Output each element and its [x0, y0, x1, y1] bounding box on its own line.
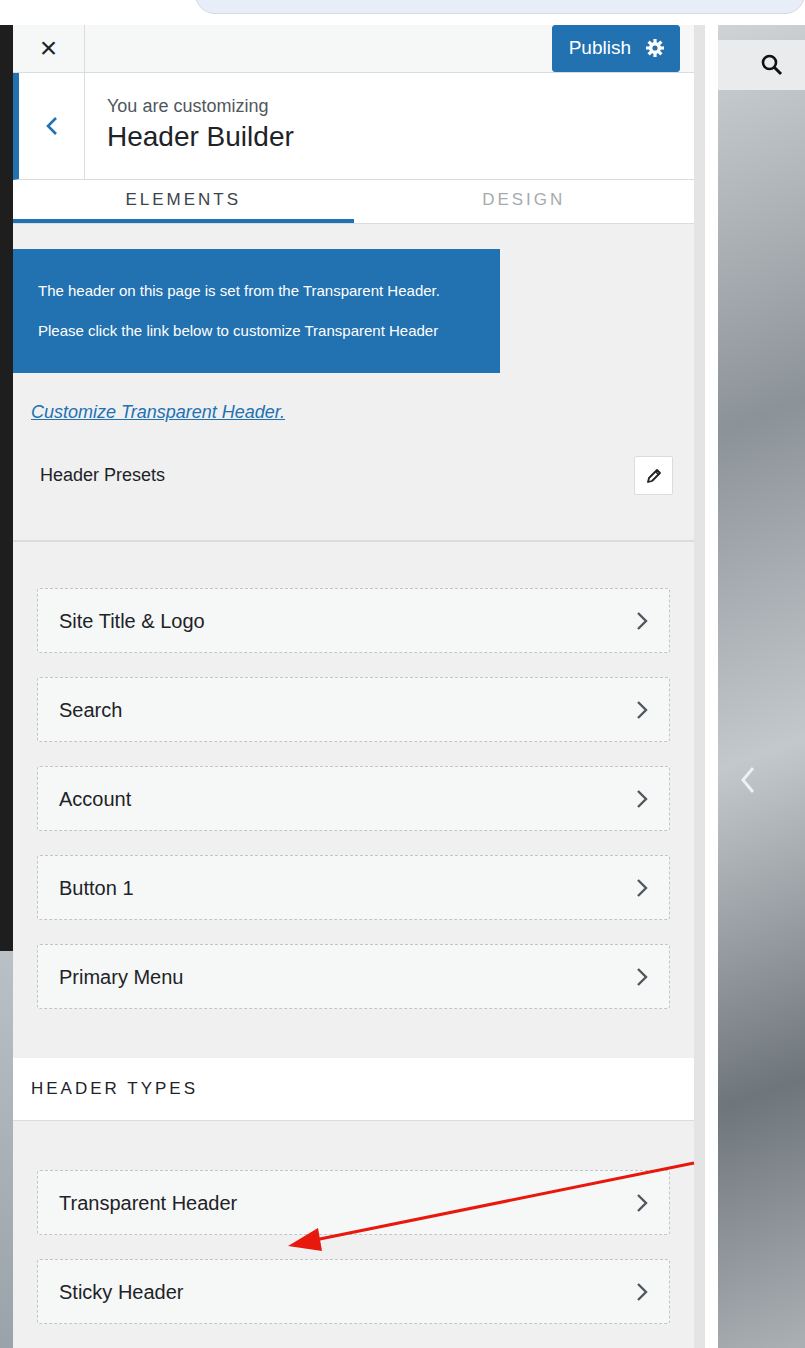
element-label: Account	[59, 784, 131, 814]
element-label: Site Title & Logo	[59, 606, 205, 636]
section-title: You are customizingHeader Builder	[13, 73, 694, 180]
edit-presets-button[interactable]	[634, 456, 673, 495]
chevron-right-icon	[635, 788, 649, 810]
header-type-item[interactable]: Sticky Header	[37, 1259, 670, 1324]
element-item[interactable]: Button 1	[37, 855, 670, 920]
tab[interactable]: DESIGN	[354, 180, 695, 223]
back-button[interactable]	[19, 73, 85, 179]
customize-link[interactable]: Customize Transparent Header.	[31, 399, 285, 426]
notice-line: Please click the link below to customize…	[38, 311, 475, 351]
gear-icon	[645, 38, 665, 58]
element-item[interactable]: Site Title & Logo	[37, 588, 670, 653]
panel-header: × Publish	[13, 25, 694, 73]
presets-label: Header Presets	[40, 462, 165, 489]
tab-bar: ELEMENTSDESIGN	[13, 180, 694, 224]
preview-header	[718, 40, 805, 90]
chevron-right-icon	[635, 1192, 649, 1214]
publish-label: Publish	[569, 34, 631, 63]
header-types-heading: HEADER TYPES	[13, 1058, 694, 1121]
element-list: Site Title & Logo Search Account Button 1 Pr…	[13, 542, 694, 1033]
close-button[interactable]: ×	[13, 25, 85, 72]
element-label: Button 1	[59, 873, 134, 903]
header-actions: Publish	[85, 25, 694, 72]
slider-prev-button[interactable]	[740, 765, 756, 795]
header-type-list: Transparent Header Sticky Header	[13, 1121, 694, 1348]
publish-button[interactable]: Publish	[552, 25, 680, 72]
chevron-left-icon	[740, 765, 756, 795]
search-icon	[760, 53, 784, 77]
element-item[interactable]: Primary Menu	[37, 944, 670, 1009]
site-preview[interactable]	[718, 25, 805, 1348]
annotation-arrow	[0, 0, 805, 1348]
element-item[interactable]: Search	[37, 677, 670, 742]
notice-line: The header on this page is set from the …	[38, 271, 475, 311]
section-heading: Header Builder	[107, 118, 294, 156]
address-bar[interactable]	[195, 0, 805, 14]
header-type-item[interactable]: Transparent Header	[37, 1170, 670, 1235]
chevron-left-icon	[45, 115, 59, 137]
scrollbar[interactable]	[694, 25, 705, 1348]
notice-box: The header on this page is set from the …	[13, 249, 500, 373]
element-item[interactable]: Account	[37, 766, 670, 831]
tab[interactable]: ELEMENTS	[13, 180, 354, 223]
header-type-label: Sticky Header	[59, 1277, 184, 1307]
element-label: Primary Menu	[59, 962, 183, 992]
customizer-panel: × Publish You are customizingHeader Builde…	[13, 25, 694, 1348]
chevron-right-icon	[635, 877, 649, 899]
chevron-right-icon	[635, 699, 649, 721]
section-context: You are customizing	[107, 95, 294, 118]
browser-bar	[0, 0, 805, 25]
section-text: You are customizingHeader Builder	[85, 73, 316, 179]
link-row: Customize Transparent Header.	[13, 373, 694, 426]
gutter	[705, 25, 718, 1348]
chevron-right-icon	[635, 1281, 649, 1303]
chevron-right-icon	[635, 610, 649, 632]
header-type-label: Transparent Header	[59, 1188, 237, 1218]
presets-row: Header Presets	[13, 426, 694, 542]
pencil-icon	[645, 467, 663, 485]
element-label: Search	[59, 695, 122, 725]
backdrop-strip	[0, 25, 13, 1348]
chevron-right-icon	[635, 966, 649, 988]
